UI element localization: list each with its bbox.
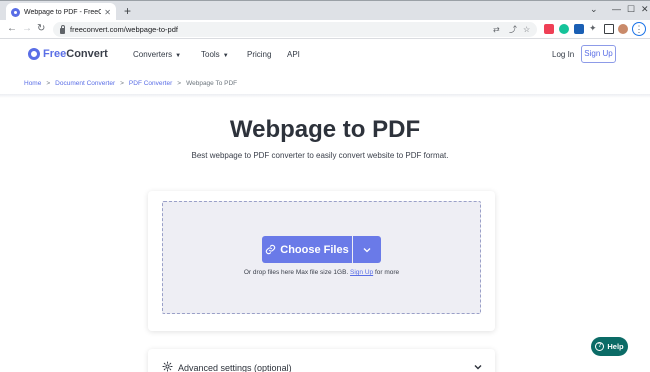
breadcrumb-separator: > <box>120 80 124 87</box>
freeconvert-logo-icon[interactable] <box>28 48 40 60</box>
reload-icon[interactable]: ↻ <box>37 23 45 35</box>
browser-tab[interactable]: Webpage to PDF - FreeConvert.c ✕ <box>6 3 116 21</box>
nav-tools[interactable]: Tools ▼ <box>201 50 229 61</box>
choose-files-label: Choose Files <box>280 243 349 256</box>
url-text[interactable]: freeconvert.com/webpage-to-pdf <box>70 25 178 34</box>
pocket-icon[interactable] <box>544 24 554 34</box>
page-title: Webpage to PDF <box>229 116 421 143</box>
grammarly-icon[interactable] <box>559 24 569 34</box>
drop-hint-text: Or drop files here Max file size 1GB. <box>243 269 349 276</box>
tab-search-icon[interactable]: ⌄ <box>590 3 598 15</box>
breadcrumb: Home > Document Converter > PDF Converter > We… <box>24 79 237 89</box>
advanced-settings-label[interactable]: Advanced settings (optional) <box>178 362 292 372</box>
tab-manager-icon[interactable] <box>574 24 584 34</box>
drop-hint: Or drop files here Max file size 1GB. Si… <box>0 268 643 278</box>
drop-hint-signup-link[interactable]: Sign Up <box>350 269 373 276</box>
side-panel-icon[interactable] <box>604 24 614 34</box>
logo-free-text: Free <box>43 48 67 60</box>
back-arrow-icon[interactable]: ← <box>7 23 17 35</box>
browser-tabstrip: Webpage to PDF - FreeConvert.c ✕ + ⌄ — ☐… <box>0 0 650 21</box>
link-icon <box>266 244 276 255</box>
gear-icon <box>162 361 173 372</box>
breadcrumb-separator: > <box>46 80 51 87</box>
page-subtitle: Best webpage to PDF converter to easily … <box>191 151 449 160</box>
browser-menu-icon[interactable]: ⋮ <box>632 22 646 36</box>
nav-converters[interactable]: Converters ▼ <box>133 50 181 61</box>
breadcrumb-pdf-converter[interactable]: PDF Converter <box>129 80 172 87</box>
nav-api[interactable]: API <box>287 50 300 60</box>
minimize-button[interactable]: — <box>612 3 621 15</box>
bookmark-star-icon[interactable]: ☆ <box>523 22 530 37</box>
share-icon[interactable]: ⤴ <box>509 22 517 37</box>
nav-converters-label: Converters <box>133 50 173 59</box>
translate-icon[interactable]: ⇄ <box>493 22 500 37</box>
logo-convert-text: Convert <box>66 48 108 60</box>
choose-files-button[interactable]: Choose Files <box>262 236 352 263</box>
breadcrumb-home[interactable]: Home <box>24 80 41 87</box>
profile-avatar[interactable] <box>618 24 628 34</box>
upload-source-dropdown[interactable] <box>353 236 381 263</box>
lock-icon[interactable] <box>60 24 65 34</box>
tab-title: Webpage to PDF - FreeConvert.c <box>24 8 102 16</box>
maximize-button[interactable]: ☐ <box>627 3 635 15</box>
forward-arrow-icon[interactable]: → <box>22 23 32 35</box>
address-bar[interactable]: freeconvert.com/webpage-to-pdf ⇄ ⤴ ☆ <box>53 22 537 37</box>
breadcrumb-document-converter[interactable]: Document Converter <box>55 80 115 87</box>
extensions-puzzle-icon[interactable]: ✦ <box>589 23 599 33</box>
browser-toolbar: ← → ↻ freeconvert.com/webpage-to-pdf ⇄ ⤴… <box>0 20 650 39</box>
help-icon: ? <box>595 342 605 351</box>
login-link[interactable]: Log In <box>552 50 574 60</box>
site-logo[interactable]: FreeConvert <box>43 47 108 61</box>
breadcrumb-separator: > <box>177 80 182 87</box>
chevron-down-icon[interactable] <box>473 362 483 372</box>
tab-close-icon[interactable]: ✕ <box>104 8 111 17</box>
chevron-down-icon: ▼ <box>222 53 229 59</box>
chevron-down-icon: ▼ <box>175 53 182 59</box>
freeconvert-favicon-icon <box>11 7 20 17</box>
breadcrumb-current: Webpage To PDF <box>186 80 238 87</box>
signup-button[interactable]: Sign Up <box>581 45 616 63</box>
close-window-button[interactable]: ✕ <box>641 3 649 15</box>
chevron-down-icon <box>363 247 371 252</box>
nav-tools-label: Tools <box>201 50 220 59</box>
nav-pricing[interactable]: Pricing <box>247 50 271 60</box>
drop-hint-suffix: for more <box>374 269 400 276</box>
help-label: Help <box>607 342 624 351</box>
help-button[interactable]: ? Help <box>591 337 628 356</box>
new-tab-button[interactable]: + <box>124 4 131 18</box>
